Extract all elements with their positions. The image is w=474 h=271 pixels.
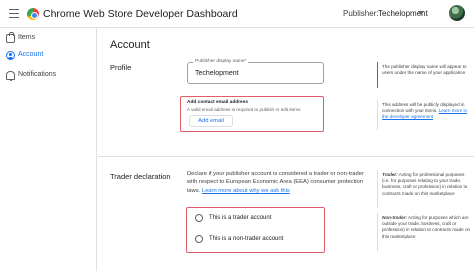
add-email-button[interactable]: Add email: [189, 115, 233, 127]
contact-email-title: Add contact email address: [187, 100, 249, 105]
non-trader-term: Non-trader:: [382, 215, 408, 220]
account-circle-icon: [6, 51, 15, 60]
app-title: Chrome Web Store Developer Dashboard: [43, 8, 238, 20]
sidebar-item-account[interactable]: Account: [0, 48, 97, 64]
sidebar-item-label: Account: [18, 51, 44, 58]
contact-email-section: Add contact email address A valid email …: [180, 96, 324, 132]
publisher-label: Publisher:: [343, 9, 379, 18]
display-name-input[interactable]: [195, 70, 315, 77]
sidebar-item-notifications[interactable]: Notifications: [0, 68, 97, 84]
top-app-bar: Chrome Web Store Developer Dashboard Pub…: [0, 0, 474, 28]
trader-section-label: Trader declaration: [110, 172, 171, 181]
help-divider: [377, 213, 378, 251]
sidebar: Items Account Notifications: [0, 28, 97, 271]
help-divider: [377, 170, 378, 208]
profile-section-label: Profile: [110, 63, 132, 72]
trader-radio-group: This is a trader account This is a non-t…: [186, 207, 325, 253]
radio-label: This is a trader account: [209, 215, 272, 221]
learn-more-link[interactable]: Learn more about why we ask this: [202, 188, 290, 194]
contact-email-help: This address will be publicly displayed …: [382, 102, 472, 121]
trader-description: Declare if your publisher account is con…: [187, 170, 371, 195]
help-divider: [377, 100, 378, 130]
page-title: Account: [110, 39, 150, 51]
help-divider: [377, 62, 378, 88]
field-label: Publisher display name*: [193, 59, 249, 64]
chevron-down-icon[interactable]: [418, 11, 424, 15]
avatar[interactable]: [449, 5, 465, 21]
radio-button[interactable]: [195, 214, 203, 222]
menu-icon[interactable]: [9, 9, 19, 18]
non-trader-help: Non-trader: Acting for purposes which ar…: [382, 215, 472, 240]
trader-option[interactable]: This is a trader account: [195, 214, 320, 224]
trader-help: Trader: Acting for professional purposes…: [382, 172, 472, 197]
bell-icon: [6, 71, 15, 81]
sidebar-item-label: Notifications: [18, 71, 57, 78]
section-divider: [98, 156, 474, 157]
non-trader-option[interactable]: This is a non-trader account: [195, 235, 320, 245]
chrome-web-store-logo: [27, 8, 39, 20]
contact-email-subtitle: A valid email address is required to pub…: [187, 107, 301, 112]
sidebar-item-items[interactable]: Items: [0, 31, 97, 47]
radio-label: This is a non-trader account: [209, 236, 284, 242]
trader-term: Trader:: [382, 172, 398, 177]
display-name-help: The publisher display name will appear t…: [382, 64, 467, 76]
radio-button[interactable]: [195, 235, 203, 243]
package-icon: [6, 32, 15, 43]
sidebar-item-label: Items: [18, 34, 36, 41]
publisher-display-name-field[interactable]: Publisher display name*: [187, 59, 324, 84]
